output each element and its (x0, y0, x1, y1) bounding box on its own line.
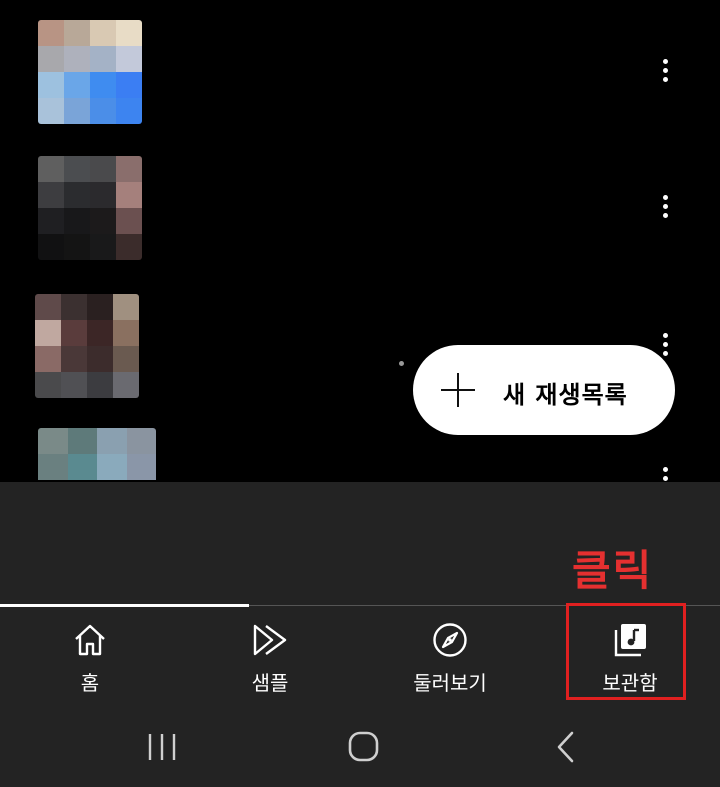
thumbnail-pixel (38, 234, 64, 260)
thumbnail-pixel (38, 208, 64, 234)
thumbnail-pixel (113, 294, 139, 320)
tab-explore[interactable]: 둘러보기 (360, 620, 540, 700)
home-system-icon[interactable] (343, 730, 383, 764)
more-options-icon[interactable] (655, 465, 675, 482)
thumbnail-pixel (90, 234, 116, 260)
thumbnail-pixel (116, 20, 142, 46)
tab-samples-label: 샘플 (251, 671, 289, 695)
thumbnail-pixel (64, 182, 90, 208)
thumbnail-pixel (61, 320, 87, 346)
thumbnail-pixel (116, 182, 142, 208)
recent-apps-icon[interactable] (142, 730, 182, 764)
thumbnail-pixel (97, 428, 127, 454)
playlist-thumbnail[interactable] (35, 294, 139, 398)
thumbnail-pixel (90, 72, 116, 98)
thumbnail-pixel (87, 294, 113, 320)
thumbnail-pixel (67, 454, 97, 480)
thumbnail-pixel (116, 156, 142, 182)
thumbnail-pixel (113, 346, 139, 372)
thumbnail-pixel (126, 428, 156, 454)
playlist-row[interactable] (0, 156, 720, 260)
thumbnail-pixel (38, 156, 64, 182)
thumbnail-pixel (38, 428, 68, 454)
thumbnail-pixel (64, 20, 90, 46)
compass-icon (433, 623, 467, 657)
thumbnail-pixel (90, 98, 116, 124)
thumbnail-pixel (113, 372, 139, 398)
thumbnail-pixel (87, 346, 113, 372)
thumbnail-pixel (38, 20, 64, 46)
tab-samples[interactable]: 샘플 (180, 620, 360, 700)
plus-icon (441, 373, 475, 407)
tab-home-label: 홈 (80, 671, 100, 695)
thumbnail-pixel (116, 98, 142, 124)
thumbnail-pixel (61, 346, 87, 372)
back-icon[interactable] (545, 730, 585, 764)
thumbnail-pixel (90, 156, 116, 182)
playlist-row[interactable] (0, 20, 720, 124)
thumbnail-pixel (116, 46, 142, 72)
more-options-icon[interactable] (655, 193, 675, 223)
thumbnail-pixel (35, 320, 61, 346)
thumbnail-pixel (38, 182, 64, 208)
thumbnail-pixel (64, 72, 90, 98)
playlist-row[interactable] (0, 428, 720, 482)
thumbnail-pixel (38, 454, 68, 480)
library-highlight-box (566, 603, 686, 700)
thumbnail-pixel (35, 294, 61, 320)
active-tab-indicator (0, 604, 249, 607)
thumbnail-pixel (38, 98, 64, 124)
thumbnail-pixel (61, 372, 87, 398)
playlist-thumbnail[interactable] (38, 156, 142, 260)
thumbnail-pixel (113, 320, 139, 346)
thumbnail-pixel (116, 234, 142, 260)
thumbnail-pixel (116, 208, 142, 234)
new-playlist-label: 새 재생목록 (503, 381, 628, 409)
thumbnail-pixel (64, 46, 90, 72)
thumbnail-pixel (97, 454, 127, 480)
thumbnail-pixel (61, 294, 87, 320)
more-options-icon[interactable] (655, 57, 675, 87)
new-playlist-button[interactable]: 새 재생목록 (413, 345, 675, 435)
thumbnail-pixel (64, 156, 90, 182)
click-annotation: 클릭 (572, 546, 654, 595)
thumbnail-pixel (90, 46, 116, 72)
thumbnail-pixel (90, 182, 116, 208)
thumbnail-pixel (38, 46, 64, 72)
home-icon (75, 624, 105, 656)
thumbnail-pixel (90, 208, 116, 234)
thumbnail-pixel (35, 346, 61, 372)
thumbnail-pixel (116, 72, 142, 98)
thumbnail-pixel (87, 320, 113, 346)
thumbnail-pixel (35, 372, 61, 398)
tab-explore-label: 둘러보기 (413, 671, 487, 695)
thumbnail-pixel (64, 98, 90, 124)
playlist-thumbnail[interactable] (38, 428, 156, 482)
playlist-thumbnail[interactable] (38, 20, 142, 124)
thumbnail-pixel (64, 234, 90, 260)
system-navigation-bar (0, 705, 720, 787)
thumbnail-pixel (64, 208, 90, 234)
thumbnail-pixel (87, 372, 113, 398)
thumbnail-pixel (38, 72, 64, 98)
separator-dot (399, 361, 404, 366)
thumbnail-pixel (90, 20, 116, 46)
thumbnail-pixel (67, 428, 97, 454)
samples-play-icon (253, 624, 287, 656)
tab-home[interactable]: 홈 (0, 620, 180, 700)
thumbnail-pixel (126, 454, 156, 480)
